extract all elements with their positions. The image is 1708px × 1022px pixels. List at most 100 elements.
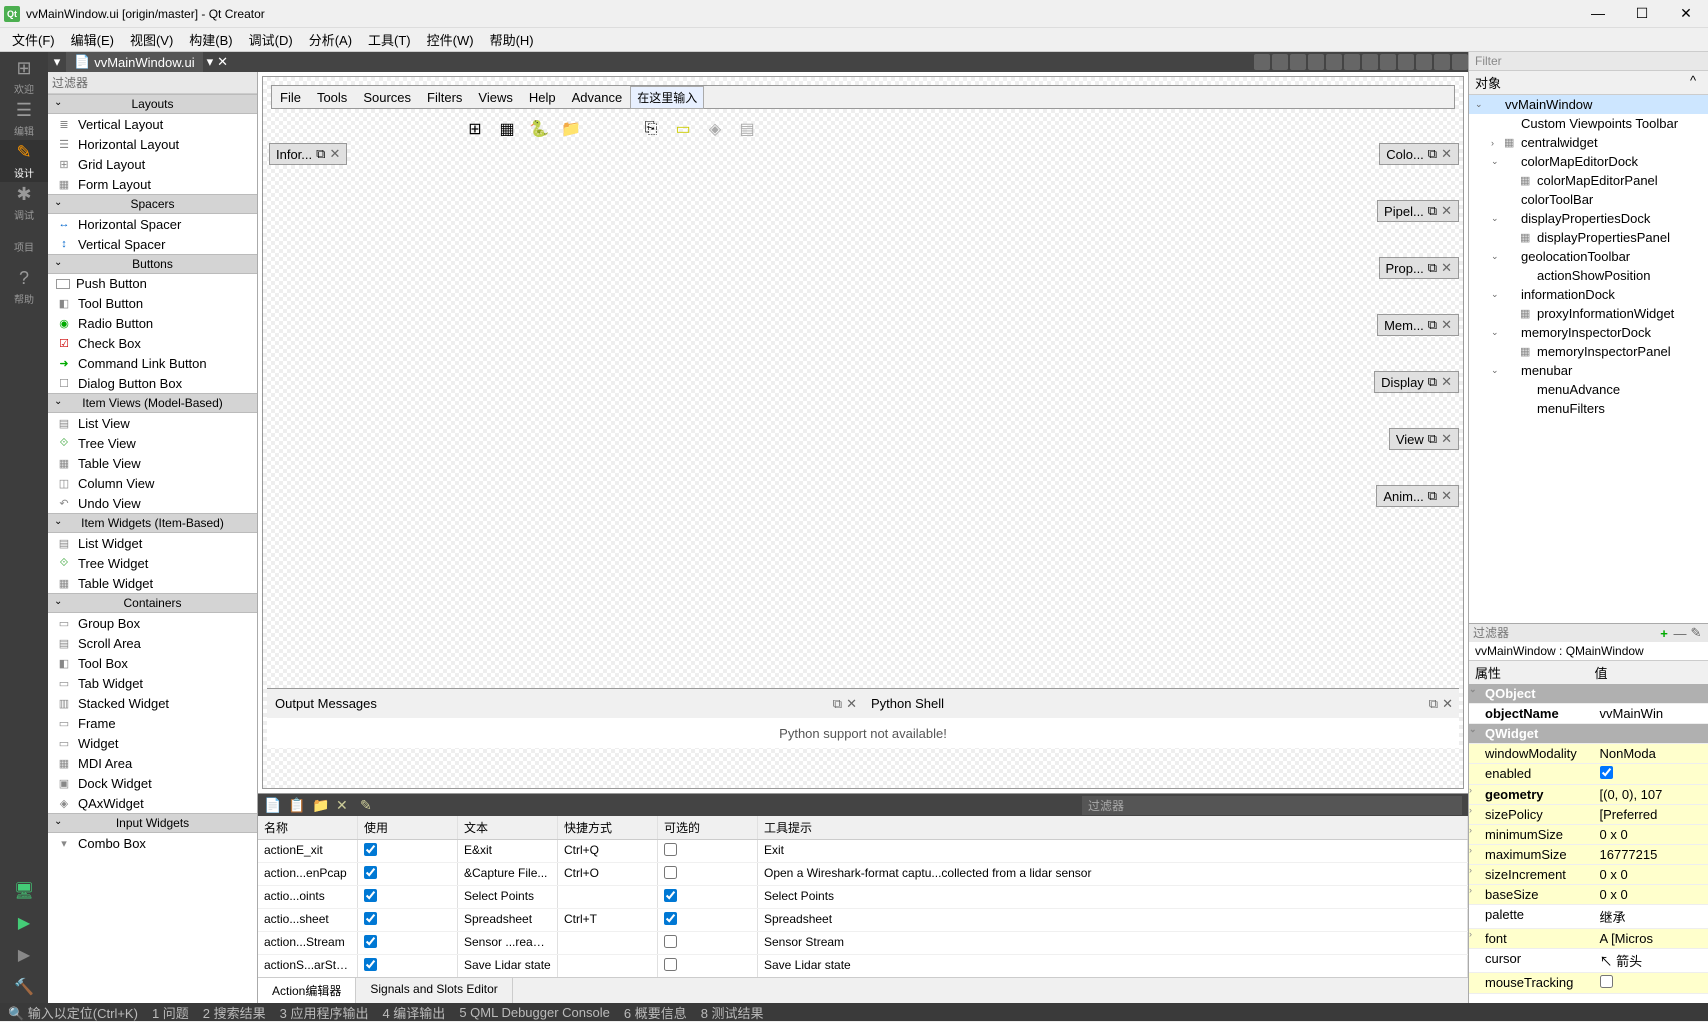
object-tree[interactable]: ⌄vvMainWindowCustom Viewpoints Toolbar›▦…	[1469, 95, 1708, 623]
action-use-checkbox[interactable]	[364, 866, 377, 879]
close-icon[interactable]: ✕	[1441, 317, 1452, 333]
widget-item[interactable]: ▤List View	[48, 413, 257, 433]
close-icon[interactable]: ✕	[1441, 488, 1452, 504]
menu-item[interactable]: 分析(A)	[301, 28, 360, 51]
expand-icon[interactable]: ⌄	[1491, 327, 1501, 338]
maximize-button[interactable]: ☐	[1632, 5, 1652, 22]
widget-item[interactable]: ⊞Grid Layout	[48, 154, 257, 174]
widget-item[interactable]: ↔Horizontal Spacer	[48, 214, 257, 234]
widget-group-header[interactable]: Item Views (Model-Based)	[48, 393, 257, 413]
widget-item[interactable]: ◫Column View	[48, 473, 257, 493]
object-node[interactable]: ▦proxyInformationWidget	[1469, 304, 1708, 323]
property-row[interactable]: ›maximumSize16777215	[1469, 845, 1708, 865]
tab-list-icon[interactable]: ▾	[48, 54, 66, 70]
toolbar-button[interactable]	[1416, 54, 1432, 70]
expand-icon[interactable]: ⌄	[1491, 156, 1501, 167]
widget-item[interactable]: ▭Frame	[48, 713, 257, 733]
action-row[interactable]: action...enPcap &Capture File... Ctrl+O …	[258, 863, 1468, 886]
preview-menu-item[interactable]: Sources	[355, 88, 419, 107]
property-row[interactable]: ›sizePolicy[Preferred	[1469, 805, 1708, 825]
monitor-icon[interactable]: 🖥	[14, 881, 34, 901]
expand-icon[interactable]: ›	[1491, 138, 1501, 148]
widget-item[interactable]: Push Button	[48, 274, 257, 293]
add-property-icon[interactable]: +	[1656, 626, 1672, 641]
dock-tab[interactable]: Anim...⧉✕	[1376, 485, 1459, 507]
widget-item[interactable]: ≣Vertical Layout	[48, 114, 257, 134]
float-icon[interactable]: ⧉	[1428, 260, 1437, 276]
widget-item[interactable]: ↕Vertical Spacer	[48, 234, 257, 254]
action-col-header[interactable]: 文本	[458, 816, 558, 839]
property-row[interactable]: ›minimumSize0 x 0	[1469, 825, 1708, 845]
preview-menu-item[interactable]: File	[272, 88, 309, 107]
mode-edit[interactable]: 编辑	[0, 98, 48, 140]
object-node[interactable]: ⌄geolocationToolbar	[1469, 247, 1708, 266]
widget-item[interactable]: ▦Table View	[48, 453, 257, 473]
dock-tab[interactable]: Mem...⧉✕	[1377, 314, 1459, 336]
mode-design[interactable]: 设计	[0, 140, 48, 182]
widget-item[interactable]: ◉Radio Button	[48, 313, 257, 333]
action-opt-checkbox[interactable]	[664, 889, 677, 902]
widget-item[interactable]: ☑Check Box	[48, 333, 257, 353]
widget-item[interactable]: ⟐Tree Widget	[48, 553, 257, 573]
tb-copy-icon[interactable]: ⎘	[639, 117, 663, 141]
action-opt-checkbox[interactable]	[664, 958, 677, 971]
mode-help[interactable]: 帮助	[0, 266, 48, 308]
prop-checkbox[interactable]	[1600, 766, 1613, 779]
dock-tab[interactable]: Infor...⧉✕	[269, 143, 347, 165]
action-row[interactable]: actio...sheet Spreadsheet Ctrl+T Spreads…	[258, 909, 1468, 932]
status-item[interactable]: 6 概要信息	[624, 1003, 687, 1022]
mode-debug[interactable]: 调试	[0, 182, 48, 224]
toolbar-button[interactable]	[1344, 54, 1360, 70]
widget-item[interactable]: ▭Widget	[48, 733, 257, 753]
float-icon[interactable]: ⧉	[1428, 203, 1437, 219]
preview-menu-item[interactable]: Filters	[419, 88, 470, 107]
toolbar-button[interactable]	[1398, 54, 1414, 70]
action-opt-checkbox[interactable]	[664, 843, 677, 856]
object-node[interactable]: ▦colorMapEditorPanel	[1469, 171, 1708, 190]
menu-item[interactable]: 控件(W)	[419, 28, 482, 51]
object-node[interactable]: ▦displayPropertiesPanel	[1469, 228, 1708, 247]
float-icon[interactable]: ⧉	[1428, 317, 1437, 333]
action-use-checkbox[interactable]	[364, 843, 377, 856]
dock-tab[interactable]: Colo...⧉✕	[1379, 143, 1459, 165]
widget-item[interactable]: ⟐Tree View	[48, 433, 257, 453]
copy-action-icon[interactable]: 📋	[288, 797, 304, 813]
widget-item[interactable]: ▥Stacked Widget	[48, 693, 257, 713]
restore-icon[interactable]: ⧉	[1429, 696, 1438, 712]
widget-group-header[interactable]: Layouts	[48, 94, 257, 114]
widget-item[interactable]: ▭Group Box	[48, 613, 257, 633]
restore-icon[interactable]: ⧉	[833, 696, 842, 712]
close-button[interactable]: ✕	[1676, 5, 1696, 22]
action-row[interactable]: action...Stream Sensor ...ream... Sensor…	[258, 932, 1468, 955]
preview-menu-item[interactable]: Advance	[564, 88, 631, 107]
run-icon[interactable]: ▶	[18, 913, 30, 933]
widget-filter[interactable]: 过滤器	[48, 72, 257, 94]
toolbar-button[interactable]	[1452, 54, 1468, 70]
object-node[interactable]: ›▦centralwidget	[1469, 133, 1708, 152]
widget-item[interactable]: ➜Command Link Button	[48, 353, 257, 373]
edit-action-icon[interactable]: ✎	[360, 797, 376, 813]
toolbar-button[interactable]	[1254, 54, 1270, 70]
widget-item[interactable]: ◈QAxWidget	[48, 793, 257, 813]
action-row[interactable]: actionS...arState Save Lidar state Save …	[258, 955, 1468, 977]
expand-icon[interactable]: ⌄	[1491, 365, 1501, 376]
toolbar-button[interactable]	[1434, 54, 1450, 70]
property-group[interactable]: ⌄QWidget	[1469, 724, 1708, 744]
menu-item[interactable]: 调试(D)	[241, 28, 301, 51]
widget-item[interactable]: ▤Scroll Area	[48, 633, 257, 653]
menu-item[interactable]: 帮助(H)	[482, 28, 542, 51]
close-icon[interactable]: ✕	[846, 696, 857, 712]
build-icon[interactable]: 🔨	[14, 977, 34, 997]
object-node[interactable]: ▦memoryInspectorPanel	[1469, 342, 1708, 361]
menu-item[interactable]: 视图(V)	[122, 28, 181, 51]
float-icon[interactable]: ⧉	[316, 146, 325, 162]
widget-item[interactable]: ▤List Widget	[48, 533, 257, 553]
tb-folder-icon[interactable]: 📁	[559, 117, 583, 141]
object-node[interactable]: ⌄informationDock	[1469, 285, 1708, 304]
widget-group-header[interactable]: Containers	[48, 593, 257, 613]
action-tab[interactable]: Signals and Slots Editor	[356, 978, 512, 1003]
object-node[interactable]: ⌄displayPropertiesDock	[1469, 209, 1708, 228]
object-node[interactable]: ⌄vvMainWindow	[1469, 95, 1708, 114]
expand-icon[interactable]: ⌄	[1491, 213, 1501, 224]
action-opt-checkbox[interactable]	[664, 935, 677, 948]
